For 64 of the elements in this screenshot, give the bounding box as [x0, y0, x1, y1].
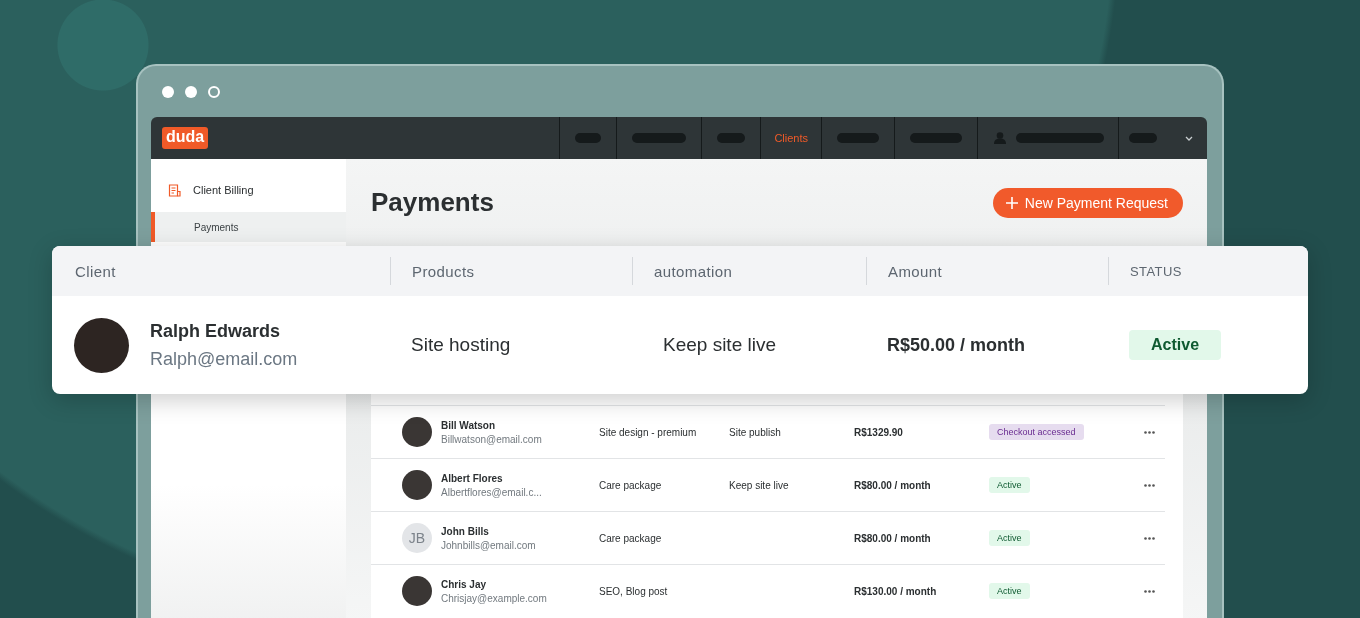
avatar-initials: JB: [402, 523, 432, 553]
client-name: Albert Flores: [441, 472, 504, 484]
status-badge: Active: [989, 530, 1030, 546]
avatar-photo-placeholder: [402, 417, 432, 447]
automation-cell: Keep site live: [729, 479, 789, 491]
amount-cell: R$80.00 / month: [854, 479, 931, 491]
sidebar-item[interactable]: Payments: [151, 212, 346, 242]
nav-placeholder-bar[interactable]: [717, 133, 746, 143]
client-email: Billwatson@email.com: [441, 433, 542, 445]
amount-cell: R$50.00 / month: [887, 334, 1026, 355]
nav-placeholder-bar[interactable]: [1129, 133, 1157, 143]
avatar-photo-placeholder: [402, 470, 432, 500]
ellipsis-icon: [1144, 589, 1155, 593]
nav-placeholder-bar[interactable]: [632, 133, 687, 143]
nav-link[interactable]: Clients: [774, 132, 808, 144]
page-title: Payments: [371, 187, 494, 218]
avatar-photo-placeholder: [402, 576, 432, 606]
status-badge: Checkout accessed: [989, 424, 1084, 440]
product-cell: Site hosting: [411, 334, 511, 355]
amount-cell: R$80.00 / month: [854, 532, 931, 544]
chevron-down-icon[interactable]: [1185, 135, 1193, 141]
receipt-icon: [168, 183, 181, 197]
more-options-button[interactable]: [1144, 430, 1155, 434]
status-badge: Active: [1129, 330, 1222, 360]
client-name: Chris Jay: [441, 578, 488, 590]
automation-cell: Site publish: [729, 426, 781, 438]
client-name: Bill Watson: [441, 419, 497, 431]
more-options-button[interactable]: [1144, 536, 1155, 540]
more-options-button[interactable]: [1144, 589, 1155, 593]
user-icon: [994, 132, 1006, 144]
product-cell: Care package: [599, 479, 662, 491]
automation-cell: Keep site live: [663, 334, 776, 355]
ellipsis-icon: [1144, 536, 1155, 540]
status-badge: Active: [989, 477, 1030, 493]
new-payment-request-button[interactable]: New Payment Request: [992, 187, 1183, 218]
amount-cell: R$1329.90: [854, 426, 903, 438]
client-email: Ralph@email.com: [150, 348, 298, 370]
status-badge: Active: [989, 583, 1030, 599]
column-header: STATUS: [1130, 263, 1182, 279]
product-cell: Site design - premium: [599, 426, 697, 438]
product-cell: SEO, Blog post: [599, 585, 668, 597]
nav-placeholder-bar[interactable]: [837, 133, 879, 143]
sidebar-section[interactable]: Client Billing: [151, 175, 346, 205]
product-cell: Care package: [599, 532, 662, 544]
window-controls-icon[interactable]: [162, 85, 220, 98]
client-email: Johnbills@email.com: [441, 539, 536, 551]
client-name: Ralph Edwards: [150, 320, 282, 342]
client-email: Chrisjay@example.com: [441, 592, 547, 604]
account-placeholder-bar[interactable]: [1016, 133, 1104, 143]
client-email: Albertflores@email.c...: [441, 486, 542, 498]
column-header: automation: [654, 262, 733, 280]
ellipsis-icon: [1144, 483, 1155, 487]
more-options-button[interactable]: [1144, 483, 1155, 487]
column-header: Products: [412, 262, 475, 280]
column-header: Amount: [888, 262, 943, 280]
client-name: John Bills: [441, 525, 490, 537]
ellipsis-icon: [1144, 430, 1155, 434]
avatar-photo-placeholder: [74, 317, 129, 373]
nav-placeholder-bar[interactable]: [910, 133, 962, 143]
amount-cell: R$130.00 / month: [854, 585, 937, 597]
column-header: Client: [75, 262, 116, 280]
plus-icon: [1005, 196, 1018, 209]
nav-placeholder-bar[interactable]: [575, 133, 602, 143]
logo[interactable]: duda: [162, 127, 209, 149]
